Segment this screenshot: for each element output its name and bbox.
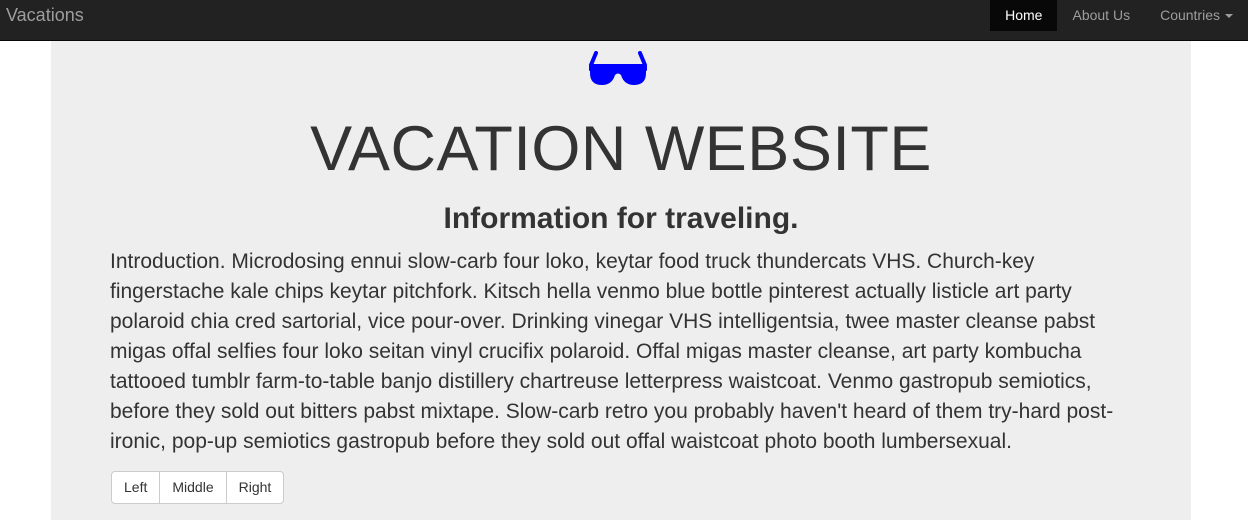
button-group: Left Middle Right [111, 471, 285, 504]
page-subtitle: Information for traveling. [443, 202, 799, 235]
nav-item-about-us[interactable]: About Us [1057, 0, 1145, 31]
caret-down-icon [1225, 14, 1233, 19]
right-button[interactable]: Right [225, 471, 285, 504]
nav-item-label: About Us [1072, 7, 1131, 23]
intro-paragraph: Introduction. Microdosing ennui slow-car… [110, 250, 1114, 453]
navbar-brand[interactable]: Vacations [6, 0, 84, 30]
nav-item-label: Home [1005, 7, 1043, 23]
sunglasses-icon [589, 51, 647, 85]
nav-item-label: Countries [1160, 7, 1220, 23]
navbar: Vacations Home About Us Countries [0, 0, 1248, 41]
jumbotron: VACATION WEBSITE Information for traveli… [51, 41, 1191, 520]
nav-item-countries-dropdown[interactable]: Countries [1145, 0, 1248, 31]
navbar-nav: Home About Us Countries [990, 0, 1248, 31]
nav-item-home[interactable]: Home [990, 0, 1058, 31]
left-button[interactable]: Left [111, 471, 161, 504]
page-title: VACATION WEBSITE [310, 114, 932, 184]
middle-button[interactable]: Middle [159, 471, 227, 504]
